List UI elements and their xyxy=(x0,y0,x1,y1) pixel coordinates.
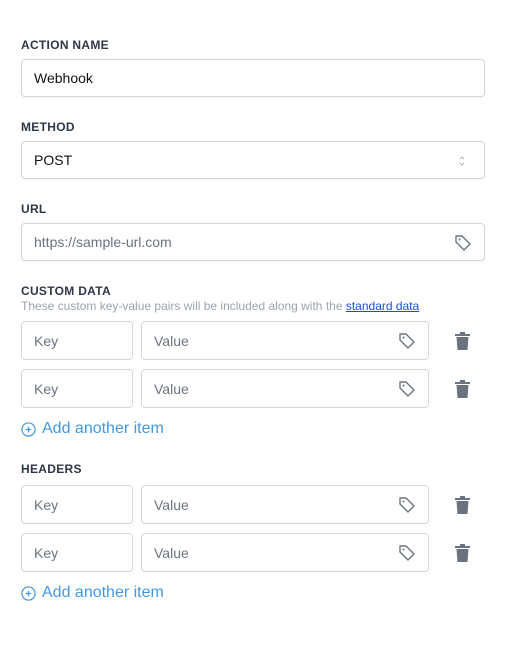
standard-data-link[interactable]: standard data xyxy=(346,299,419,313)
tag-icon[interactable] xyxy=(398,544,416,562)
tag-icon[interactable] xyxy=(398,332,416,350)
custom-data-label: CUSTOM DATA xyxy=(21,284,111,298)
key-placeholder: Key xyxy=(34,380,59,397)
description-text: These custom key-value pairs will be inc… xyxy=(21,299,346,313)
plus-circle-icon xyxy=(21,585,36,601)
value-placeholder: Value xyxy=(154,496,189,513)
value-input[interactable]: Value xyxy=(141,485,429,524)
key-input[interactable]: Key xyxy=(21,533,133,572)
key-placeholder: Key xyxy=(34,332,59,349)
value-placeholder: Value xyxy=(154,380,189,397)
key-input[interactable]: Key xyxy=(21,321,133,360)
trash-icon[interactable] xyxy=(455,380,470,398)
url-input[interactable]: https://sample-url.com xyxy=(21,223,485,261)
value-input[interactable]: Value xyxy=(141,533,429,572)
headers-add-button[interactable]: Add another item xyxy=(21,584,164,602)
tag-icon[interactable] xyxy=(398,380,416,398)
trash-icon[interactable] xyxy=(455,544,470,562)
plus-circle-icon xyxy=(21,421,36,437)
value-input[interactable]: Value xyxy=(141,321,429,360)
url-label: URL xyxy=(21,202,47,216)
value-input[interactable]: Value xyxy=(141,369,429,408)
value-placeholder: Value xyxy=(154,332,189,349)
key-input[interactable]: Key xyxy=(21,485,133,524)
key-input[interactable]: Key xyxy=(21,369,133,408)
add-label: Add another item xyxy=(42,420,164,437)
custom-data-add-button[interactable]: Add another item xyxy=(21,420,164,438)
add-label: Add another item xyxy=(42,584,164,601)
trash-icon[interactable] xyxy=(455,496,470,514)
key-placeholder: Key xyxy=(34,496,59,513)
url-placeholder: https://sample-url.com xyxy=(34,234,172,250)
action-name-label: ACTION NAME xyxy=(21,38,109,52)
method-value: POST xyxy=(34,152,73,168)
key-placeholder: Key xyxy=(34,544,59,561)
tag-icon[interactable] xyxy=(398,496,416,514)
chevron-up-down-icon xyxy=(459,156,465,166)
trash-icon[interactable] xyxy=(455,332,470,350)
value-placeholder: Value xyxy=(154,544,189,561)
tag-icon[interactable] xyxy=(454,234,472,252)
method-label: METHOD xyxy=(21,120,75,134)
method-select[interactable]: POST xyxy=(21,141,485,179)
action-name-input[interactable]: Webhook xyxy=(21,59,485,97)
custom-data-description: These custom key-value pairs will be inc… xyxy=(21,299,419,313)
action-name-value: Webhook xyxy=(34,70,93,86)
headers-label: HEADERS xyxy=(21,462,82,476)
